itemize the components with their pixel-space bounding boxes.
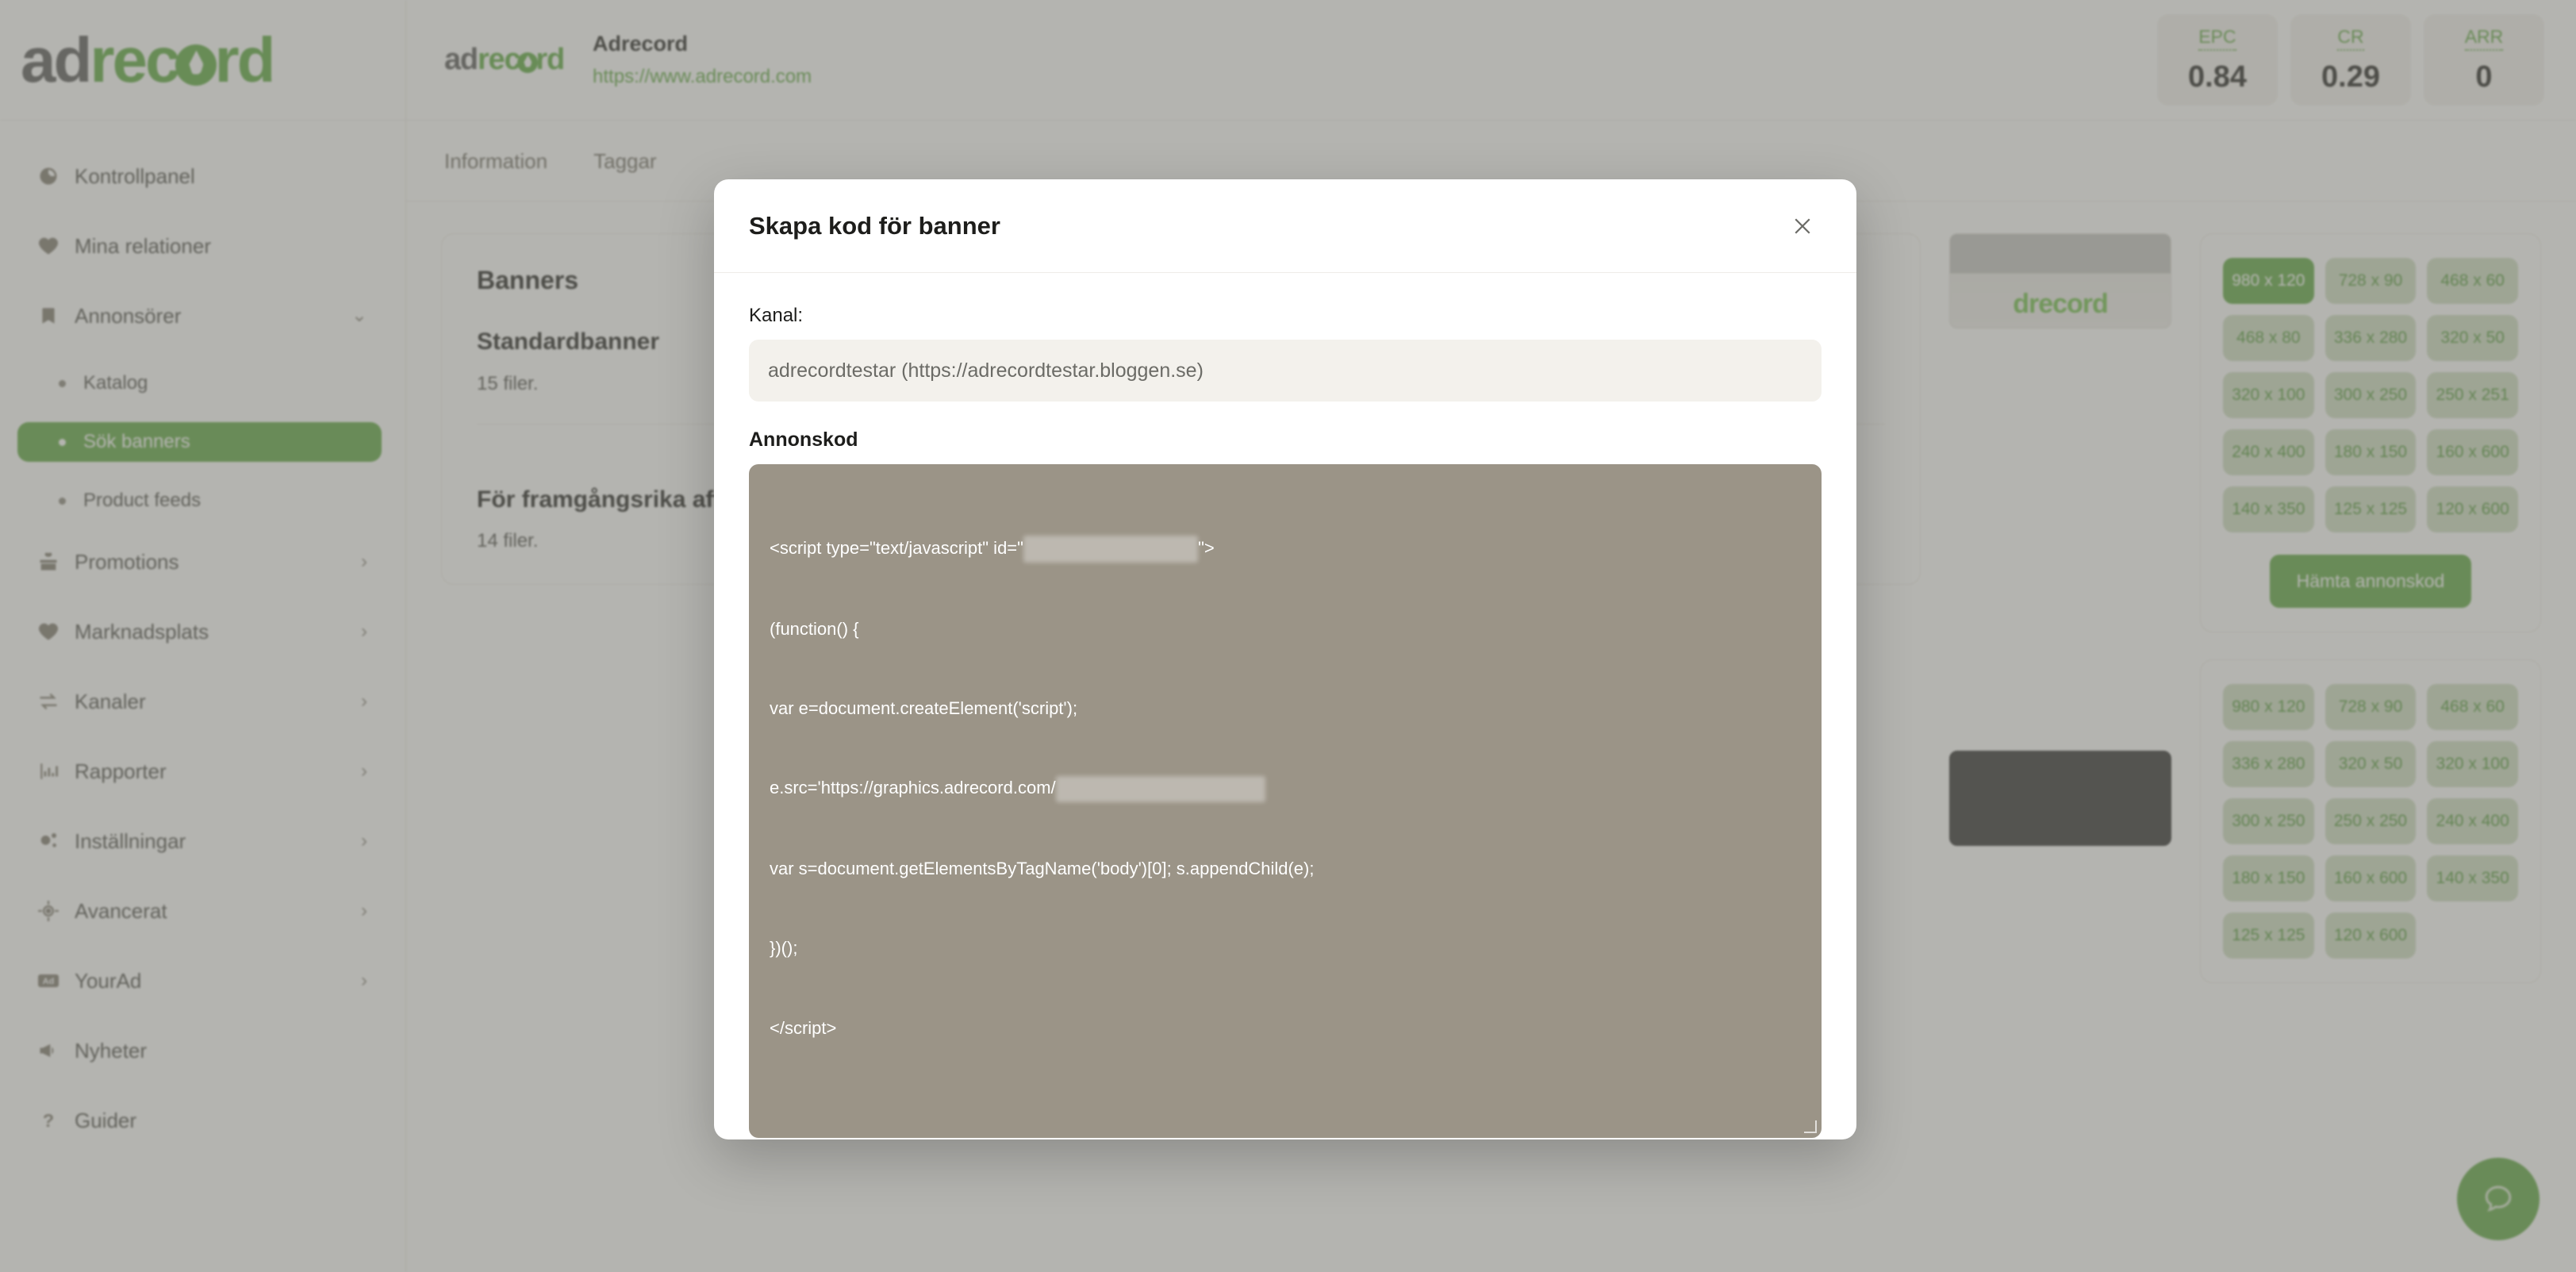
modal-body: Kanal: adrecordtestar (https://adrecordt… [714,273,1856,1139]
close-icon[interactable] [1783,207,1822,245]
modal-title: Skapa kod för banner [749,211,1000,240]
redacted-id: XXXXXXXXXXXXXXXXXX [1055,775,1265,803]
code-line: e.src='https://graphics.adrecord.com/XXX… [770,774,1801,803]
code-line: </script> [770,1017,837,1038]
adcode-textarea[interactable]: <script type="text/javascript" id="XXXXX… [749,464,1822,1139]
modal-header: Skapa kod för banner [714,179,1856,273]
code-line: <script type="text/javascript" id="XXXXX… [770,535,1801,563]
adcode-label: Annonskod [749,428,858,451]
redacted-id: XXXXXXXXXXXXXXX [1023,536,1199,563]
create-banner-code-modal: Skapa kod för banner Kanal: adrecordtest… [714,179,1856,1139]
channel-label: Kanal: [749,305,804,326]
channel-select[interactable]: adrecordtestar (https://adrecordtestar.b… [749,340,1822,402]
resize-handle-icon[interactable] [1804,1120,1817,1134]
code-line: var s=document.getElementsByTagName('bod… [770,859,1315,879]
code-line: var e=document.createElement('script'); [770,697,1078,718]
code-line: })(); [770,938,798,959]
code-line: (function() { [770,618,859,639]
